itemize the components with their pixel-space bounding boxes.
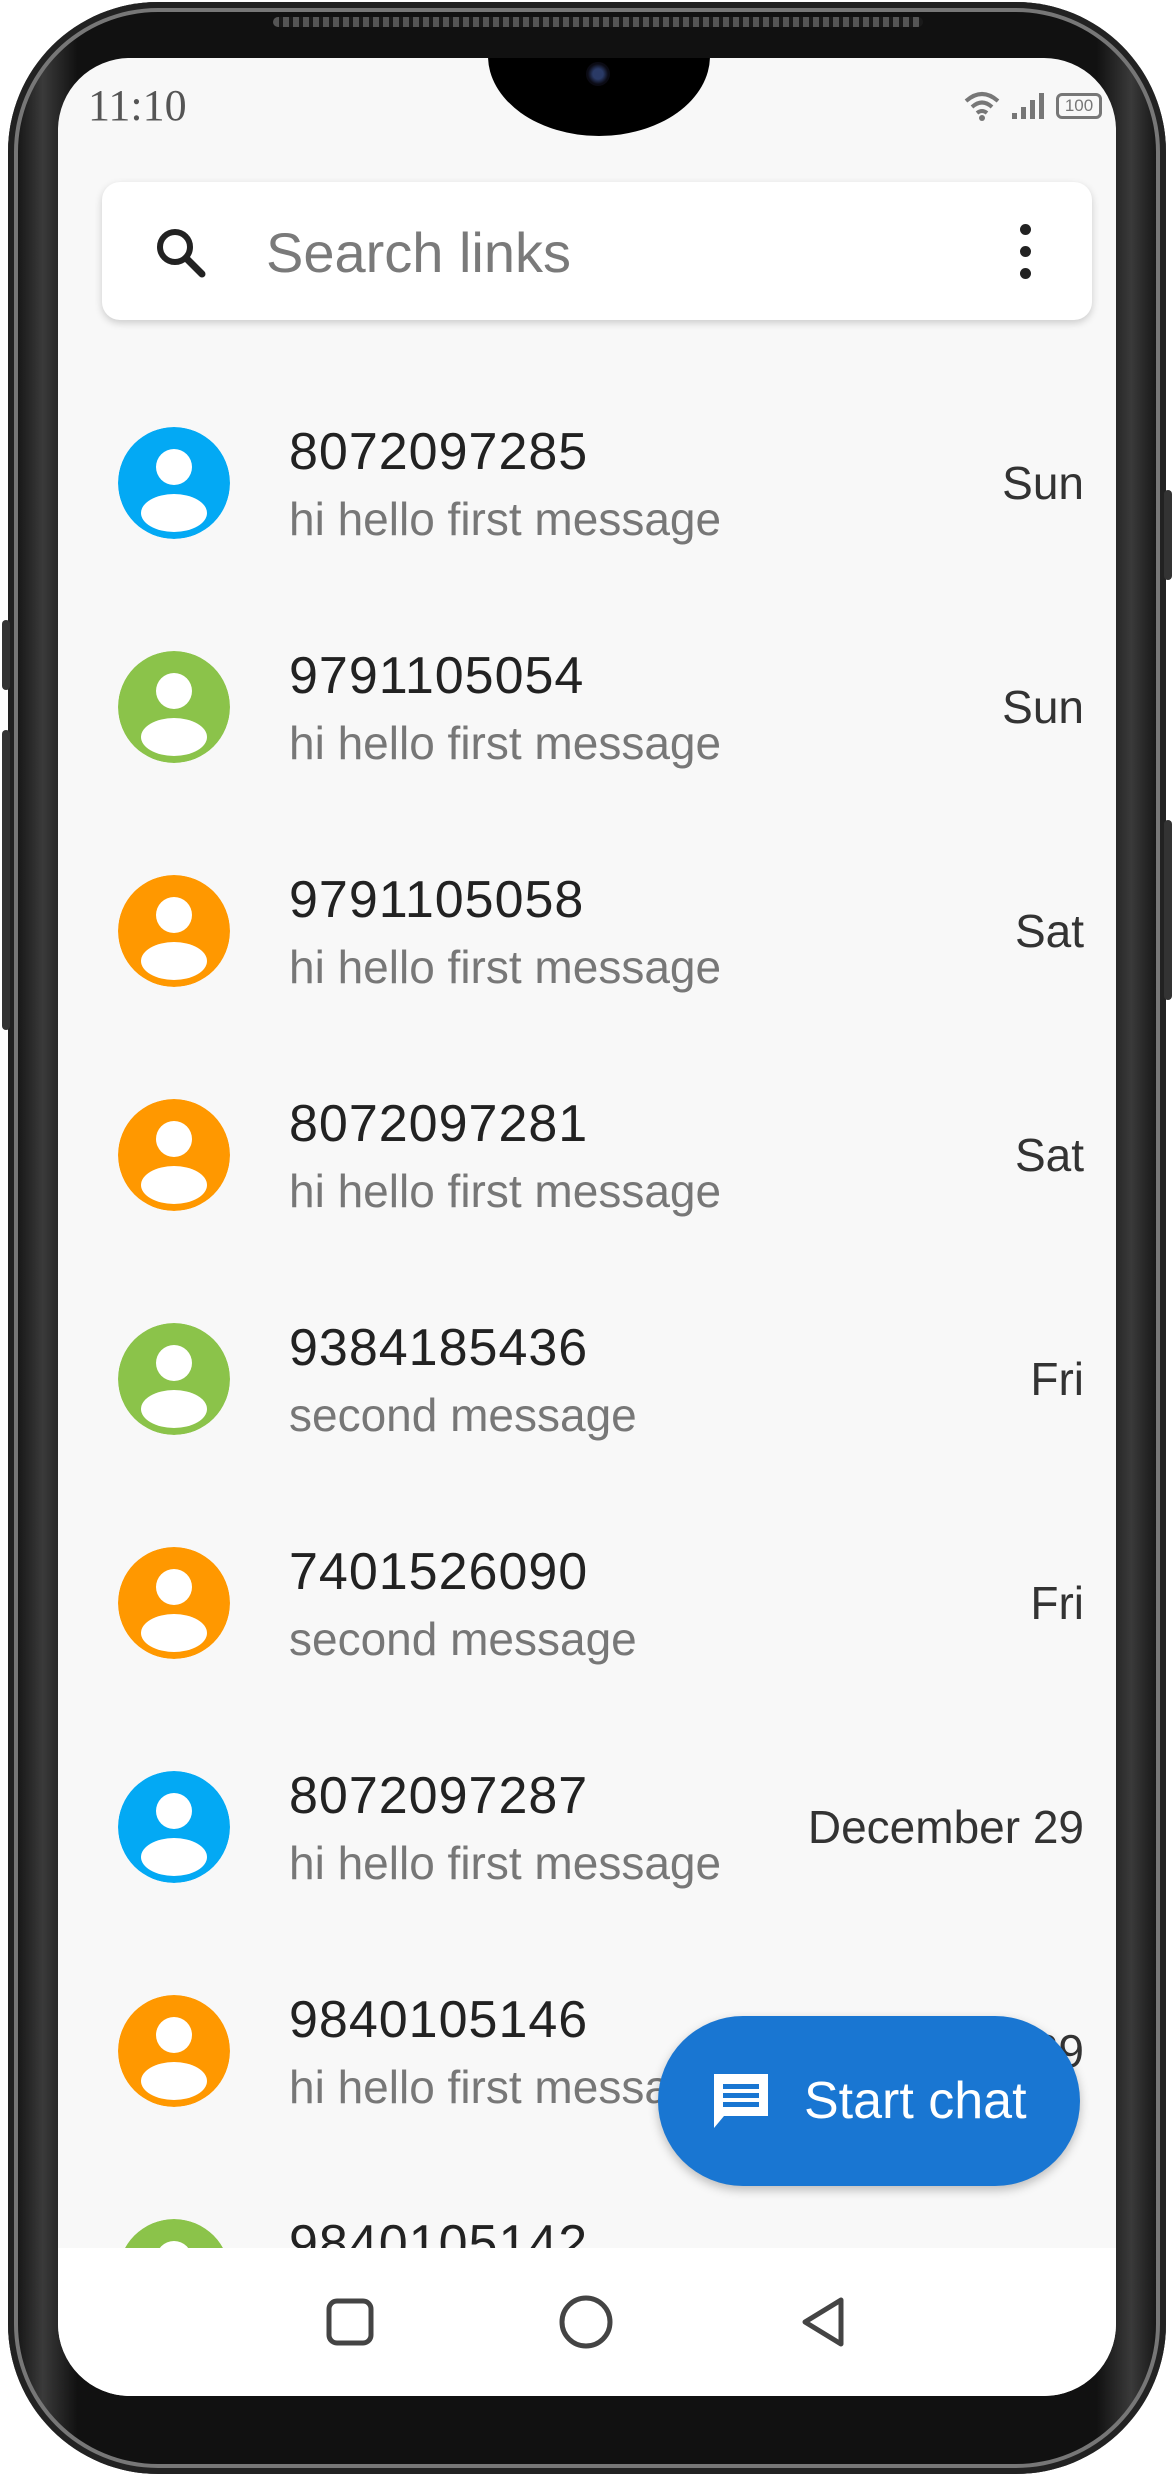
navigation-bar: [58, 2248, 1116, 2396]
chat-icon: [714, 2074, 768, 2128]
search-bar[interactable]: [102, 182, 1092, 320]
recents-icon[interactable]: [320, 2292, 380, 2352]
message-date: Fri: [1030, 1353, 1084, 1405]
avatar-icon: [118, 1995, 230, 2107]
message-date: Fri: [1030, 1577, 1084, 1629]
contact-name: 7401526090: [289, 1543, 589, 1601]
home-icon[interactable]: [556, 2292, 616, 2352]
avatar-icon: [118, 651, 230, 763]
status-icons: 100: [964, 88, 1102, 124]
contact-name: 8072097285: [289, 423, 589, 481]
message-date: December 29: [807, 1801, 1084, 1853]
battery-icon: 100: [1056, 93, 1102, 119]
avatar-icon: [118, 1099, 230, 1211]
notch: [488, 58, 710, 136]
message-snippet: hi hello first message: [289, 493, 722, 545]
more-options-icon[interactable]: [1020, 224, 1032, 280]
search-icon[interactable]: [150, 222, 210, 282]
message-date: Sat: [1014, 1129, 1084, 1181]
message-snippet: second message: [289, 1613, 637, 1665]
conversation-row[interactable]: 8072097281 hi hello first message Sat: [58, 1042, 1116, 1266]
contact-name: 9840105146: [289, 1991, 589, 2049]
front-camera: [586, 62, 610, 86]
back-icon[interactable]: [793, 2292, 853, 2352]
start-chat-button[interactable]: Start chat: [658, 2016, 1080, 2186]
message-snippet: hi hello first message: [289, 717, 722, 769]
volume-button: [2, 620, 10, 690]
avatar-icon: [118, 1771, 230, 1883]
status-time: 11:10: [88, 81, 187, 130]
conversation-row[interactable]: 7401526090 second message Fri: [58, 1490, 1116, 1714]
start-chat-label: Start chat: [804, 2072, 1027, 2130]
screen: 11:10 100 8072097285 hi hello first messa…: [58, 58, 1116, 2396]
conversation-row[interactable]: 9384185436 second message Fri: [58, 1266, 1116, 1490]
conversation-row[interactable]: 8072097287 hi hello first message December…: [58, 1714, 1116, 1938]
wifi-icon: [964, 92, 1000, 121]
contact-name: 9791105058: [289, 871, 585, 929]
power-button: [1164, 820, 1172, 1000]
conversation-row[interactable]: 8072097285 hi hello first message Sun: [58, 370, 1116, 594]
avatar-icon: [118, 1323, 230, 1435]
message-snippet: hi hello first message: [289, 1837, 722, 1889]
conversation-row[interactable]: 9791105054 hi hello first message Sun: [58, 594, 1116, 818]
contact-name: 8072097287: [289, 1767, 589, 1825]
message-snippet: hi hello first message: [289, 1165, 722, 1217]
power-button: [1164, 490, 1172, 580]
avatar-icon: [118, 875, 230, 987]
contact-name: 9384185436: [289, 1319, 589, 1377]
contact-name: 8072097281: [289, 1095, 589, 1153]
message-snippet: second message: [289, 1389, 637, 1441]
conversation-row[interactable]: 9791105058 hi hello first message Sat: [58, 818, 1116, 1042]
message-date: Sun: [1002, 681, 1084, 733]
message-snippet: hi hello first message: [289, 2061, 722, 2113]
message-snippet: hi hello first message: [289, 941, 722, 993]
avatar-icon: [118, 427, 230, 539]
search-input[interactable]: [264, 208, 968, 296]
speaker-grille: [273, 17, 923, 27]
message-date: Sat: [1014, 905, 1084, 957]
signal-icon: [1012, 93, 1044, 119]
avatar-icon: [118, 1547, 230, 1659]
contact-name: 9791105054: [289, 647, 585, 705]
volume-button: [2, 730, 10, 1030]
message-date: Sun: [1002, 457, 1084, 509]
